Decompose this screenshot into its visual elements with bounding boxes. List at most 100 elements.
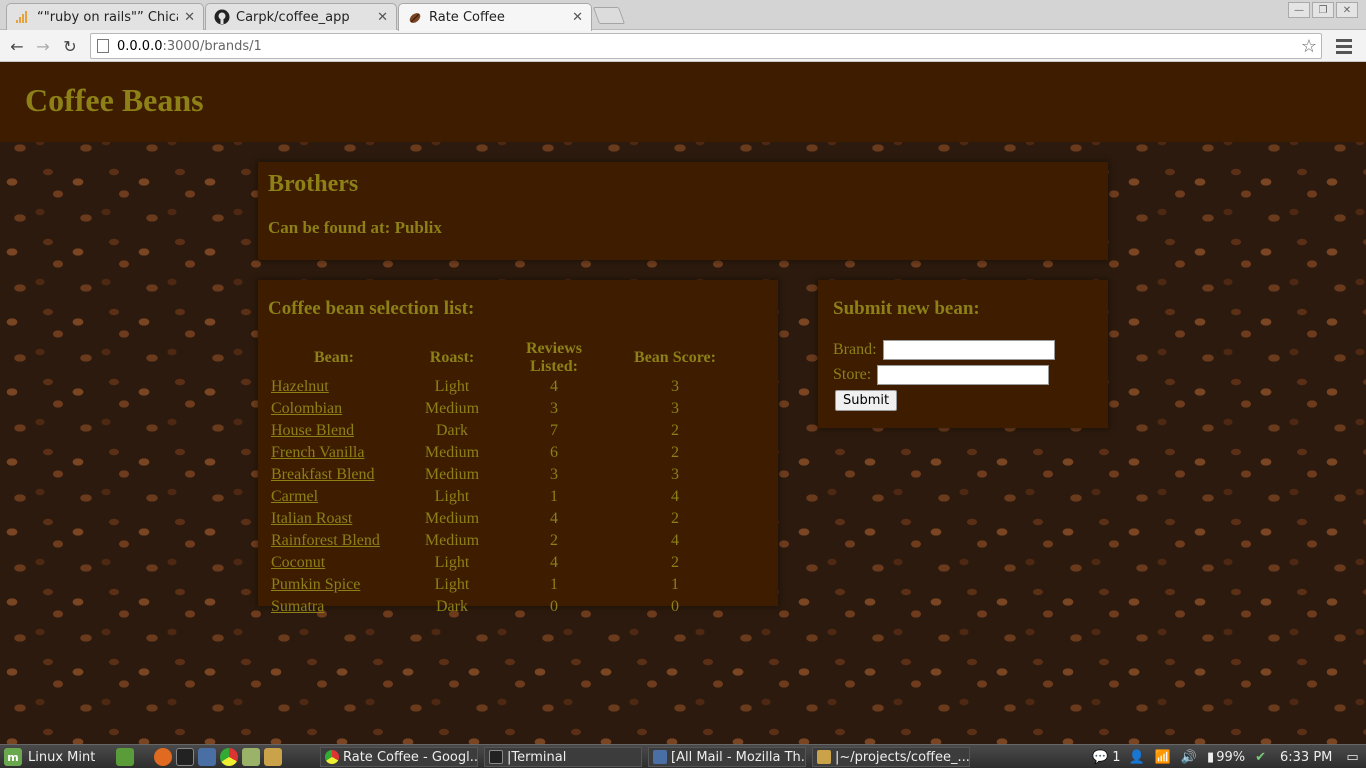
close-tab-icon[interactable]: ✕ bbox=[377, 10, 388, 25]
close-tab-icon[interactable]: ✕ bbox=[572, 10, 583, 25]
roast-cell: Light bbox=[434, 378, 470, 395]
table-row: Colombian Medium 3 3 bbox=[268, 398, 746, 420]
thunderbird-icon bbox=[653, 750, 667, 764]
task-chrome[interactable]: Rate Coffee - Googl... bbox=[320, 747, 478, 767]
bean-list-panel: Coffee bean selection list: Bean: Roast:… bbox=[258, 280, 778, 615]
files-launcher-icon[interactable] bbox=[242, 748, 260, 766]
browser-toolbar: ← → ↻ 0.0.0.0:3000/brands/1 ☆ bbox=[0, 30, 1366, 62]
bean-cell: Sumatra bbox=[268, 596, 400, 618]
bean-cell: French Vanilla bbox=[268, 442, 400, 464]
roast-cell: Light bbox=[434, 488, 470, 505]
minimize-icon[interactable]: — bbox=[1288, 2, 1310, 18]
bean-name-link[interactable]: Colombian bbox=[271, 400, 342, 417]
task-label: |~/projects/coffee_... bbox=[835, 749, 970, 765]
submit-button[interactable]: Submit bbox=[835, 390, 898, 411]
coffee-beans-background: Coffee Beans Brothers Can be found at: P… bbox=[0, 62, 1366, 744]
bean-name-link[interactable]: Coconut bbox=[271, 554, 325, 571]
bean-cell: Hazelnut bbox=[268, 376, 400, 398]
linux-mint-logo-icon: m bbox=[4, 748, 22, 766]
chrome-launcher-icon[interactable] bbox=[220, 748, 238, 766]
site-header: Coffee Beans bbox=[0, 62, 1366, 142]
screen-icon[interactable]: ▭ bbox=[1346, 750, 1358, 765]
score-cell: 1 bbox=[671, 576, 679, 593]
battery-icon[interactable]: ▮ bbox=[1207, 750, 1214, 765]
site-title: Coffee Beans bbox=[25, 82, 204, 118]
bean-name-link[interactable]: Pumkin Spice bbox=[271, 576, 360, 593]
reviews-cell: 0 bbox=[550, 598, 558, 615]
bean-name-link[interactable]: Rainforest Blend bbox=[271, 532, 380, 549]
task-thunderbird[interactable]: [All Mail - Mozilla Th... bbox=[648, 747, 806, 767]
reviews-cell: 1 bbox=[550, 488, 558, 505]
new-bean-form: Submit new bean: Brand: Store: Submit bbox=[818, 280, 1108, 428]
score-cell: 3 bbox=[671, 400, 679, 417]
reload-icon[interactable]: ↻ bbox=[58, 34, 82, 58]
new-tab-button[interactable] bbox=[592, 7, 626, 24]
volume-icon[interactable]: 🔊 bbox=[1181, 750, 1197, 765]
table-row: French Vanilla Medium 6 2 bbox=[268, 442, 746, 464]
url-host: 0.0.0.0 bbox=[117, 38, 163, 54]
clock[interactable]: 6:33 PM bbox=[1280, 750, 1332, 765]
bean-name-link[interactable]: Sumatra bbox=[271, 598, 324, 615]
back-arrow-icon[interactable]: ← bbox=[5, 34, 29, 58]
maximize-icon[interactable]: ❐ bbox=[1312, 2, 1334, 18]
signal-bars-icon bbox=[15, 9, 31, 25]
bean-name-link[interactable]: Breakfast Blend bbox=[271, 466, 375, 483]
start-menu-button[interactable]: m Linux Mint bbox=[4, 747, 95, 767]
table-row: Hazelnut Light 4 3 bbox=[268, 376, 746, 398]
brand-name: Brothers bbox=[268, 171, 359, 197]
bookmark-star-icon[interactable]: ☆ bbox=[1301, 36, 1317, 57]
user-icon[interactable]: 👤 bbox=[1128, 750, 1144, 765]
reviews-cell: 3 bbox=[550, 400, 558, 417]
system-tray: 💬 1 👤 📶 🔊 ▮ 99% ✔ 6:33 PM ▭ bbox=[1092, 747, 1359, 767]
thunderbird-launcher-icon[interactable] bbox=[198, 748, 216, 766]
bean-name-link[interactable]: House Blend bbox=[271, 422, 354, 439]
bean-name-link[interactable]: Hazelnut bbox=[271, 378, 329, 395]
brand-row: Brand: bbox=[833, 340, 1055, 360]
editor-icon bbox=[817, 750, 831, 764]
store-input[interactable] bbox=[877, 365, 1050, 385]
table-row: Pumkin Spice Light 1 1 bbox=[268, 574, 746, 596]
bean-cell: Breakfast Blend bbox=[268, 464, 400, 486]
firefox-icon[interactable] bbox=[154, 748, 172, 766]
tab-title: Carpk/coffee_app bbox=[236, 9, 350, 25]
score-cell: 0 bbox=[671, 598, 679, 615]
tab-ruby-on-rails-search[interactable]: “"ruby on rails"” Chicag ✕ bbox=[6, 3, 204, 30]
wifi-icon[interactable]: 📶 bbox=[1155, 750, 1171, 765]
reviews-cell: 2 bbox=[550, 532, 558, 549]
score-cell: 4 bbox=[671, 488, 679, 505]
battery-level: 99% bbox=[1216, 749, 1246, 765]
bean-name-link[interactable]: French Vanilla bbox=[271, 444, 364, 461]
close-window-icon[interactable]: ✕ bbox=[1336, 2, 1358, 18]
task-editor[interactable]: |~/projects/coffee_... bbox=[812, 747, 970, 767]
score-cell: 2 bbox=[671, 554, 679, 571]
address-bar[interactable]: 0.0.0.0:3000/brands/1 ☆ bbox=[90, 33, 1322, 59]
terminal-launcher-icon[interactable] bbox=[176, 748, 194, 766]
forward-arrow-icon[interactable]: → bbox=[31, 34, 55, 58]
roast-cell: Dark bbox=[436, 422, 468, 439]
bean-cell: Carmel bbox=[268, 486, 400, 508]
editor-launcher-icon[interactable] bbox=[264, 748, 282, 766]
close-tab-icon[interactable]: ✕ bbox=[184, 10, 195, 25]
table-row: Breakfast Blend Medium 3 3 bbox=[268, 464, 746, 486]
bean-name-link[interactable]: Carmel bbox=[271, 488, 318, 505]
github-icon bbox=[214, 9, 230, 25]
page-icon bbox=[97, 39, 109, 53]
store-row: Store: bbox=[833, 365, 1050, 385]
taskbar: m Linux Mint Rate Coffee - Googl... |Ter… bbox=[0, 744, 1366, 768]
roast-cell: Medium bbox=[424, 400, 480, 417]
tab-github-coffee-app[interactable]: Carpk/coffee_app ✕ bbox=[205, 3, 397, 30]
shield-icon[interactable]: ✔ bbox=[1255, 750, 1266, 765]
found-at-store: Publix bbox=[394, 218, 442, 237]
show-desktop-icon[interactable] bbox=[116, 748, 134, 766]
found-at-text: Can be found at: Publix bbox=[268, 218, 442, 238]
chat-icon[interactable]: 💬 bbox=[1092, 750, 1108, 765]
tab-rate-coffee[interactable]: Rate Coffee ✕ bbox=[398, 3, 592, 31]
table-row: Sumatra Dark 0 0 bbox=[268, 596, 746, 618]
roast-cell: Light bbox=[434, 576, 470, 593]
bean-name-link[interactable]: Italian Roast bbox=[271, 510, 352, 527]
brand-input[interactable] bbox=[882, 340, 1055, 360]
reviews-cell: 4 bbox=[550, 554, 558, 571]
browser-menu-icon[interactable] bbox=[1336, 36, 1352, 56]
task-terminal[interactable]: |Terminal bbox=[484, 747, 642, 767]
brand-label: Brand: bbox=[833, 341, 877, 358]
